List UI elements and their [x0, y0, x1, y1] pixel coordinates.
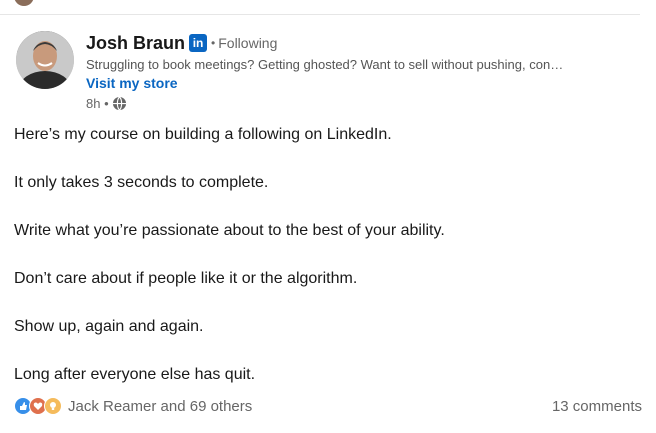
post-time: 8h • — [86, 96, 109, 111]
reactions-text: Jack Reamer and 69 others — [68, 397, 253, 415]
divider — [0, 14, 640, 15]
post-text-line: Write what you’re passionate about to th… — [14, 222, 445, 239]
author-headline: Struggling to book meetings? Getting gho… — [86, 57, 564, 72]
reaction-icons — [14, 397, 62, 415]
post-text-line: Don’t care about if people like it or th… — [14, 270, 358, 287]
post-text-line: Show up, again and again. — [14, 318, 204, 335]
post-text-line: Long after everyone else has quit. — [14, 366, 256, 383]
post-text-line: Here’s my course on building a following… — [14, 126, 392, 143]
comments-count[interactable]: 13 comments — [552, 398, 642, 415]
globe-icon — [112, 96, 127, 111]
separator-dot: • — [211, 36, 216, 50]
post-body: Here’s my course on building a following… — [14, 124, 634, 386]
previous-post-avatar — [14, 0, 34, 6]
social-counts: Jack Reamer and 69 others 13 comments — [14, 397, 642, 415]
following-status[interactable]: Following — [218, 35, 277, 51]
post-text-line: It only takes 3 seconds to complete. — [14, 174, 269, 191]
post-meta: 8h • — [86, 96, 626, 111]
insightful-icon — [44, 397, 62, 415]
author-avatar[interactable] — [16, 31, 74, 89]
author-name-row: Josh Braun in • Following — [86, 31, 626, 55]
visit-store-link[interactable]: Visit my store — [86, 75, 178, 91]
linkedin-badge-icon: in — [189, 34, 208, 52]
post-header: Josh Braun in • Following Struggling to … — [86, 31, 626, 112]
author-name[interactable]: Josh Braun — [86, 33, 185, 54]
reactions-summary[interactable]: Jack Reamer and 69 others — [14, 397, 252, 415]
